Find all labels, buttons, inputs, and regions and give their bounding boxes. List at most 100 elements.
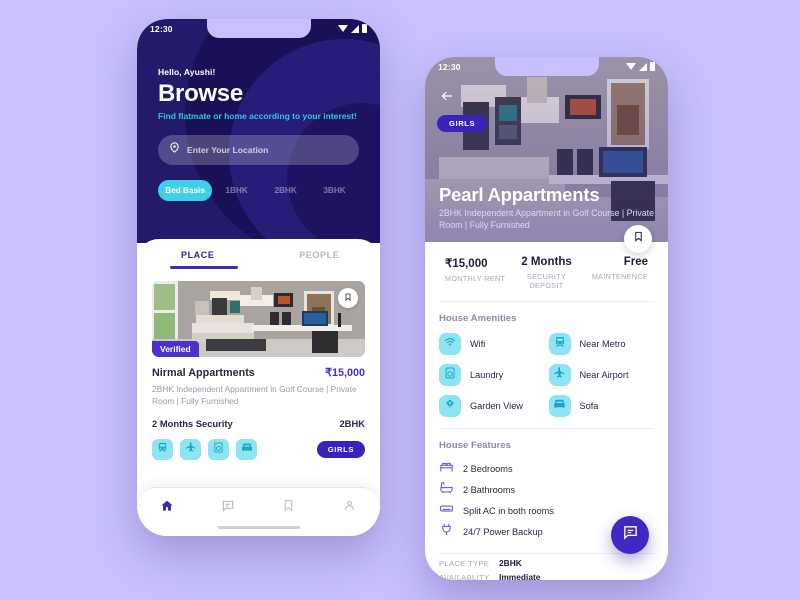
listing-image: Verified bbox=[152, 280, 365, 357]
detail-hero-image: GIRLS Pearl Appartments 2BHK Independent… bbox=[425, 57, 668, 242]
filter-chip-bed-basis[interactable]: Bed Basis bbox=[158, 180, 213, 201]
amenity-sofa[interactable] bbox=[236, 438, 257, 460]
amenity-icon-tile bbox=[548, 333, 571, 355]
amenity-icon-tile bbox=[439, 395, 461, 417]
verified-badge: Verified bbox=[152, 340, 199, 357]
battery-icon bbox=[650, 62, 655, 71]
amenity-garden-view[interactable]: Garden View bbox=[439, 395, 545, 417]
listing-security: 2 Months Security bbox=[152, 417, 233, 429]
back-button[interactable] bbox=[439, 89, 455, 108]
nav-item-home[interactable] bbox=[137, 499, 198, 518]
profile-icon bbox=[343, 499, 356, 517]
chat-fab-button[interactable] bbox=[611, 516, 649, 554]
amenity-icon-tile bbox=[548, 395, 571, 417]
amenity-label: Sofa bbox=[579, 401, 599, 411]
airplane-icon bbox=[553, 366, 566, 384]
tab-place[interactable]: PLACE bbox=[137, 250, 259, 267]
home-icon bbox=[160, 499, 174, 518]
amenity-icon-tile bbox=[548, 364, 571, 386]
feature-label: 2 Bedrooms bbox=[463, 463, 513, 474]
sofa-icon bbox=[241, 440, 253, 458]
stat-label: SECURITY DEPOSIT bbox=[526, 272, 567, 290]
browse-header: Hello, Ayushi! Browse Find flatmate or h… bbox=[137, 19, 380, 243]
feature-label: 24/7 Power Backup bbox=[463, 526, 543, 537]
amenity-label: Wifi bbox=[470, 339, 486, 349]
amenities-grid: Wifi Near Metro Laundry Near Airport Gar… bbox=[425, 324, 668, 417]
phone-browse: Hello, Ayushi! Browse Find flatmate or h… bbox=[137, 19, 380, 536]
home-indicator bbox=[217, 526, 300, 529]
amenity-label: Near Airport bbox=[579, 370, 629, 380]
chat-icon bbox=[622, 524, 639, 546]
bed-icon bbox=[439, 459, 454, 479]
listing-bhk: 2BHK bbox=[339, 417, 365, 429]
listing-card[interactable]: Verified Nirmal Appartments ₹15,000 2BHK… bbox=[137, 269, 380, 460]
plant-icon bbox=[444, 397, 456, 415]
meta-key: PLACE TYPE bbox=[439, 558, 490, 568]
wifi-icon bbox=[626, 63, 636, 70]
listing-title-row: Nirmal Appartments ₹15,000 bbox=[152, 366, 365, 379]
amenity-icon-tile bbox=[439, 333, 461, 355]
listing-amenity-row: GIRLS bbox=[152, 438, 365, 460]
filter-chip-1bhk[interactable]: 1BHK bbox=[212, 186, 261, 195]
search-placeholder: Enter Your Location bbox=[187, 145, 269, 155]
amenity-near-metro[interactable]: Near Metro bbox=[548, 333, 655, 355]
amenity-laundry[interactable]: Laundry bbox=[439, 364, 545, 386]
amenity-near-airport[interactable]: Near Airport bbox=[548, 364, 655, 386]
detail-screen: GIRLS Pearl Appartments 2BHK Independent… bbox=[425, 57, 668, 580]
wifi-icon bbox=[338, 25, 348, 32]
page-title: Browse bbox=[158, 80, 243, 107]
bookmark-button[interactable] bbox=[624, 225, 652, 253]
feature-bathrooms: 2 Bathrooms bbox=[439, 479, 654, 500]
power-plug-icon bbox=[439, 522, 454, 542]
stat-maintenance: Free MAINTENENCE bbox=[580, 256, 654, 290]
amenities-section-title: House Amenities bbox=[439, 313, 517, 324]
filter-chip-2bhk[interactable]: 2BHK bbox=[261, 186, 310, 195]
amenity-label: Laundry bbox=[470, 370, 504, 380]
feature-bedrooms: 2 Bedrooms bbox=[439, 458, 654, 479]
browse-screen: Hello, Ayushi! Browse Find flatmate or h… bbox=[137, 19, 380, 536]
amenity-laundry[interactable] bbox=[208, 438, 229, 460]
page-subtitle: Find flatmate or home according to your … bbox=[158, 111, 357, 121]
amenity-airport[interactable] bbox=[180, 438, 201, 460]
gender-badge: GIRLS bbox=[316, 440, 365, 458]
tab-people[interactable]: PEOPLE bbox=[259, 250, 381, 267]
metro-icon bbox=[157, 440, 168, 458]
chat-icon bbox=[221, 499, 235, 518]
signal-icon bbox=[351, 24, 359, 33]
feature-label: 2 Bathrooms bbox=[463, 484, 516, 495]
search-input[interactable]: Enter Your Location bbox=[158, 135, 359, 165]
meta-key: AVAILABLITY bbox=[439, 572, 490, 581]
bookmark-icon bbox=[282, 499, 295, 517]
status-icons bbox=[626, 62, 655, 71]
amenity-sofa[interactable]: Sofa bbox=[548, 395, 655, 417]
amenity-label: Garden View bbox=[470, 401, 523, 411]
airplane-icon bbox=[185, 440, 197, 458]
stat-label: MONTHLY RENT bbox=[445, 274, 506, 283]
phone-detail: GIRLS Pearl Appartments 2BHK Independent… bbox=[425, 57, 668, 580]
bookmark-icon bbox=[344, 289, 352, 307]
meta-value: Immediate bbox=[499, 572, 541, 580]
nav-item-chat[interactable] bbox=[198, 499, 259, 518]
hero-text-block: Pearl Appartments 2BHK Independent Appar… bbox=[439, 184, 654, 233]
wifi-icon bbox=[444, 335, 456, 353]
metro-icon bbox=[554, 335, 566, 353]
stat-security-deposit: 2 Months SECURITY DEPOSIT bbox=[513, 256, 581, 290]
phone-notch bbox=[494, 57, 599, 76]
stat-value: Free bbox=[623, 256, 649, 268]
stat-monthly-rent: ₹15,000 MONTHLY RENT bbox=[439, 256, 513, 290]
bookmark-button[interactable] bbox=[338, 287, 358, 308]
battery-icon bbox=[362, 24, 367, 33]
filter-chip-3bhk[interactable]: 3BHK bbox=[310, 186, 359, 195]
gender-badge: GIRLS bbox=[437, 115, 488, 132]
amenity-icon-tile bbox=[439, 364, 461, 386]
filter-chip-group: Bed Basis 1BHK 2BHK 3BHK bbox=[158, 180, 359, 201]
nav-item-bookmark[interactable] bbox=[259, 499, 320, 517]
bathtub-icon bbox=[439, 480, 454, 500]
amenity-label: Near Metro bbox=[579, 339, 626, 349]
amenity-wifi[interactable]: Wifi bbox=[439, 333, 545, 355]
bookmark-icon bbox=[633, 230, 644, 248]
nav-item-profile[interactable] bbox=[319, 499, 380, 517]
stat-label: MAINTENENCE bbox=[591, 272, 649, 281]
amenity-metro[interactable] bbox=[152, 438, 173, 460]
detail-title: Pearl Appartments bbox=[439, 183, 600, 205]
